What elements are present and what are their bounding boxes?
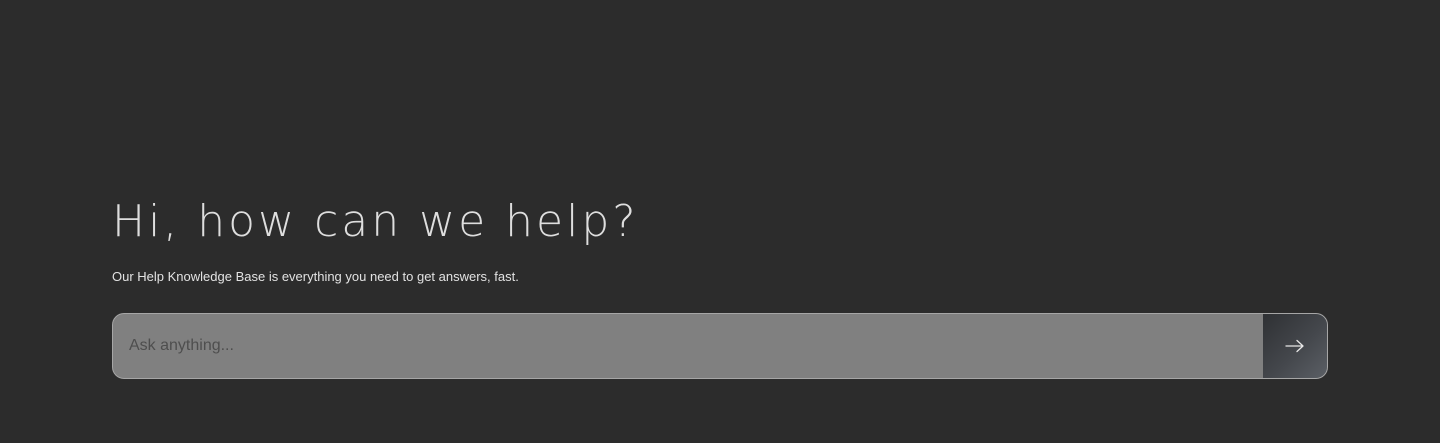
search-submit-button[interactable] — [1263, 314, 1327, 378]
search-form — [112, 313, 1328, 379]
help-hero: Hi, how can we help? Our Help Knowledge … — [0, 0, 1440, 443]
page-title: Hi, how can we help? — [112, 196, 639, 247]
arrow-right-icon — [1285, 339, 1305, 353]
search-input[interactable] — [113, 314, 1263, 378]
page-subtitle: Our Help Knowledge Base is everything yo… — [112, 269, 519, 284]
